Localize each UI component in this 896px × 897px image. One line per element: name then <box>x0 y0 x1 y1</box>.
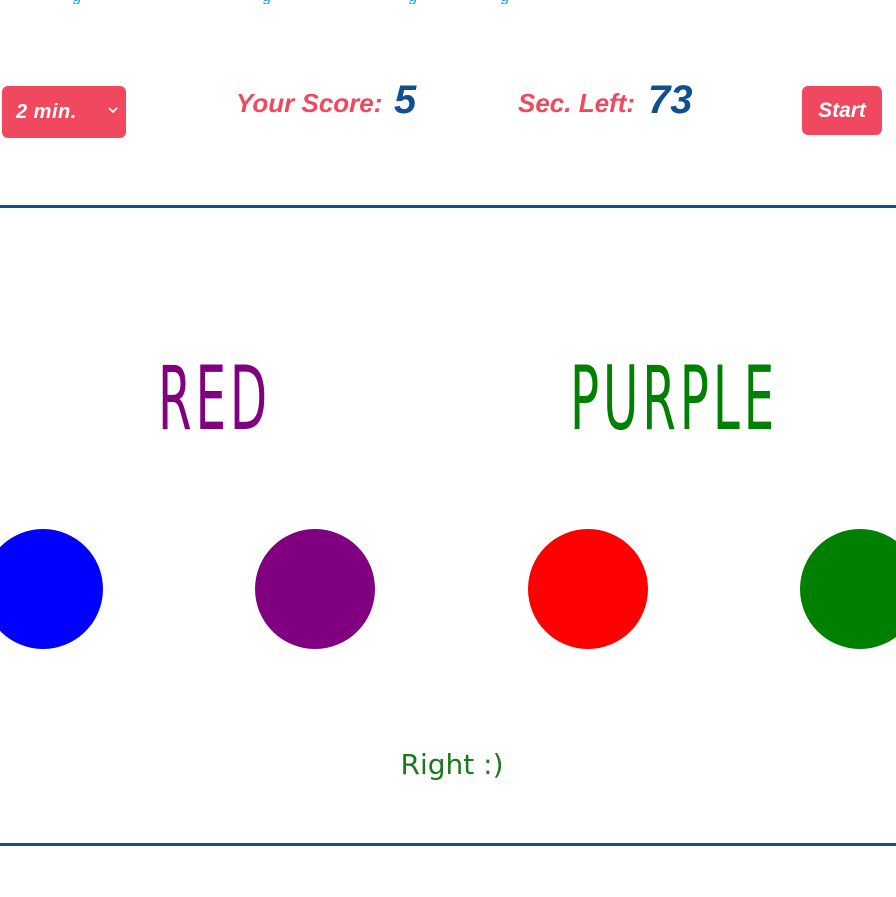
time-left-value: 73 <box>648 78 693 122</box>
color-game-page: g g g g 2 min. Your Score: 5 Sec. Left: … <box>0 0 896 897</box>
color-choice-green[interactable] <box>800 529 896 649</box>
nav-fragment-2[interactable]: g <box>262 0 271 4</box>
color-choice-purple[interactable] <box>255 529 375 649</box>
feedback-message: Right :) <box>400 748 504 781</box>
color-choice-blue[interactable] <box>0 529 103 649</box>
top-nav-strip: g g g g <box>0 0 896 4</box>
bottom-divider <box>0 843 896 846</box>
duration-value: 2 min. <box>16 100 77 123</box>
nav-fragment-4[interactable]: g <box>500 0 509 4</box>
time-left-label: Sec. Left: <box>518 88 636 118</box>
start-button[interactable]: Start <box>802 86 882 135</box>
nav-fragment-3[interactable]: g <box>408 0 417 4</box>
word-right: PURPLE <box>570 347 779 450</box>
word-left: RED <box>158 347 272 450</box>
chevron-down-icon <box>108 107 118 114</box>
nav-fragment-1[interactable]: g <box>72 0 81 4</box>
top-divider <box>0 205 896 208</box>
score-value: 5 <box>394 78 417 122</box>
color-choice-red[interactable] <box>528 529 648 649</box>
duration-select[interactable]: 2 min. <box>2 86 126 138</box>
score-label: Your Score: <box>236 88 383 118</box>
